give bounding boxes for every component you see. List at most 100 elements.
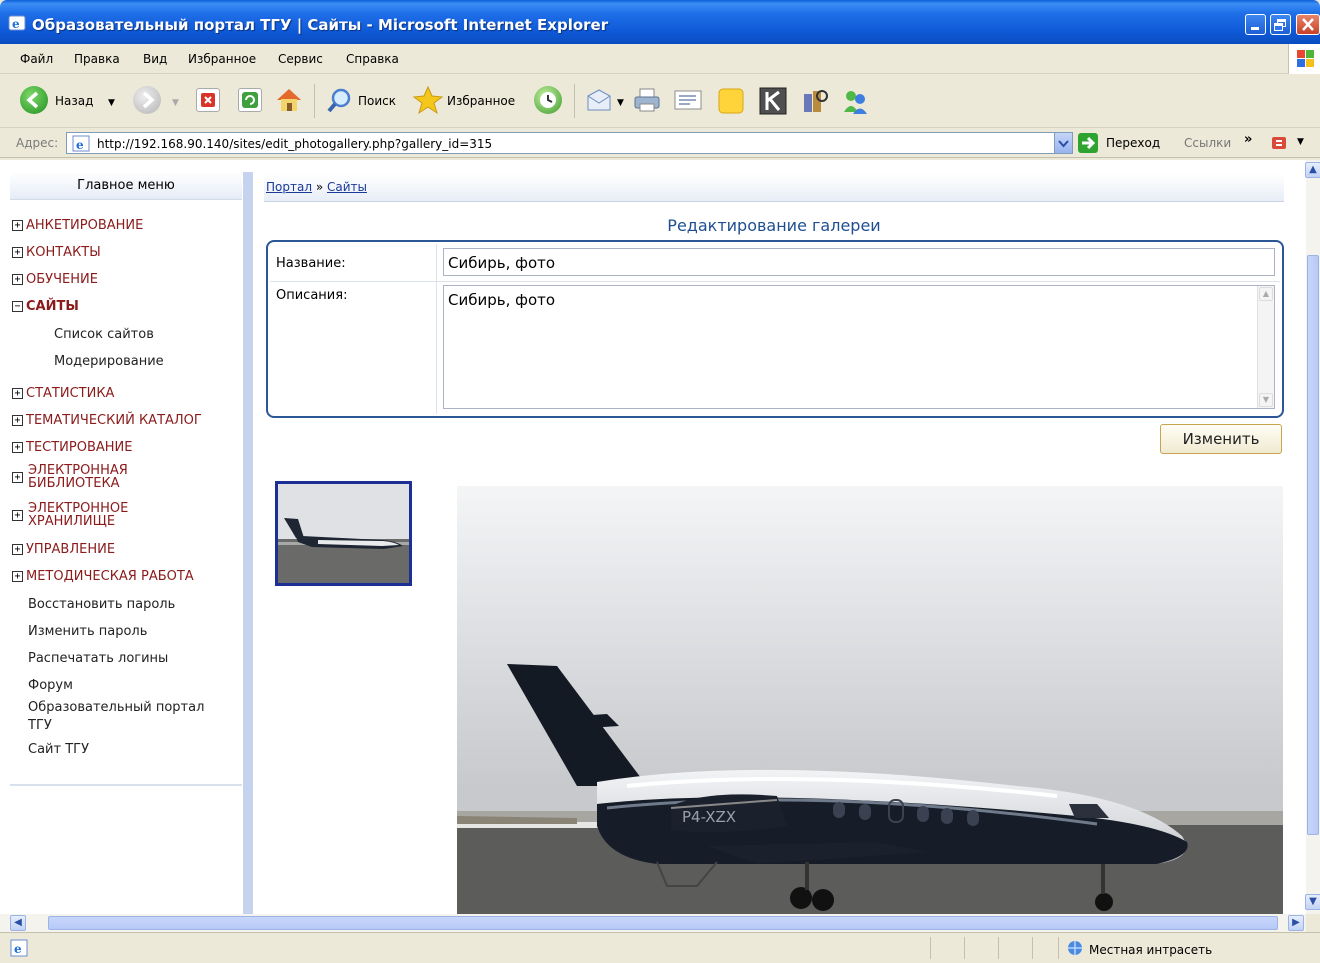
sidebar-item-label[interactable]: УПРАВЛЕНИЕ [26, 542, 115, 557]
breadcrumb-portal[interactable]: Портал [266, 180, 312, 194]
menu-file[interactable]: Файл [20, 52, 53, 66]
messenger-icon[interactable] [840, 86, 870, 116]
back-button-label[interactable]: Назад [55, 94, 93, 108]
mail-dropdown-icon[interactable]: ▼ [617, 98, 624, 108]
sidebar-link-change-password[interactable]: Изменить пароль [28, 624, 147, 639]
search-button-label[interactable]: Поиск [358, 94, 396, 108]
sidebar-item-library[interactable]: + ЭЛЕКТРОННАЯ БИБЛИОТЕКА [12, 462, 128, 493]
sidebar-item-statistics[interactable]: + СТАТИСТИКА [12, 386, 114, 401]
favorites-button-label[interactable]: Избранное [447, 94, 515, 108]
sidebar-item-contacts[interactable]: + КОНТАКТЫ [12, 245, 101, 260]
gallery-thumbnail[interactable] [275, 481, 412, 586]
sidebar-item-label[interactable]: ОБУЧЕНИЕ [26, 272, 98, 287]
sidebar-item-label[interactable]: СТАТИСТИКА [26, 386, 114, 401]
stop-icon[interactable] [196, 88, 220, 112]
extra-dropdown-icon[interactable]: ▼ [1297, 137, 1304, 147]
back-dropdown-icon[interactable]: ▼ [108, 98, 115, 108]
print-icon[interactable] [632, 86, 662, 114]
scroll-down-icon[interactable]: ▼ [1305, 894, 1320, 910]
horizontal-scroll-thumb[interactable] [48, 916, 1278, 930]
sidebar-link-forum[interactable]: Форум [28, 678, 73, 693]
links-label[interactable]: Ссылки [1184, 136, 1231, 150]
sidebar-item-label[interactable]: САЙТЫ [26, 299, 79, 314]
sidebar-item-label[interactable]: ТЕМАТИЧЕСКИЙ КАТАЛОГ [26, 413, 202, 428]
sidebar-item-label[interactable]: ТЕСТИРОВАНИЕ [26, 440, 133, 455]
mail-icon[interactable] [584, 86, 614, 114]
description-textarea[interactable]: Сибирь, фото ▲ ▼ [443, 285, 1275, 409]
sidebar-subitem-site-list[interactable]: Список сайтов [54, 327, 154, 342]
expand-icon[interactable]: + [12, 472, 23, 483]
go-button[interactable]: Переход [1106, 136, 1160, 150]
sidebar-item-testing[interactable]: + ТЕСТИРОВАНИЕ [12, 440, 133, 455]
breadcrumb-sites[interactable]: Сайты [327, 180, 367, 194]
name-input[interactable]: Сибирь, фото [443, 248, 1275, 276]
sidebar-link-portal[interactable]: Образовательный портал [28, 700, 204, 715]
sidebar-item-management[interactable]: + УПРАВЛЕНИЕ [12, 542, 115, 557]
sidebar-item-label[interactable]: МЕТОДИЧЕСКАЯ РАБОТА [26, 569, 194, 584]
expand-icon[interactable]: + [12, 388, 23, 399]
change-button[interactable]: Изменить [1160, 424, 1282, 454]
expand-icon[interactable]: + [12, 415, 23, 426]
sidebar-item-label[interactable]: БИБЛИОТЕКА [28, 475, 128, 493]
sidebar-link-print-logins[interactable]: Распечатать логины [28, 651, 168, 666]
expand-icon[interactable]: + [12, 220, 23, 231]
scroll-left-icon[interactable]: ◀ [10, 915, 26, 931]
sidebar-item-sites[interactable]: − САЙТЫ [12, 299, 79, 314]
sidebar-item-label[interactable]: ХРАНИЛИЩЕ [28, 513, 128, 531]
sidebar-item-education[interactable]: + ОБУЧЕНИЕ [12, 272, 98, 287]
sidebar-link-site-tgu[interactable]: Сайт ТГУ [28, 742, 89, 757]
scroll-up-icon[interactable]: ▲ [1259, 287, 1273, 301]
expand-icon[interactable]: + [12, 571, 23, 582]
edit-icon[interactable] [672, 86, 704, 114]
sidebar-link-portal-tgu[interactable]: ТГУ [28, 718, 52, 733]
address-url[interactable]: http://192.168.90.140/sites/edit_photoga… [97, 137, 492, 151]
back-arrow-icon[interactable] [20, 86, 48, 114]
vertical-scrollbar[interactable]: ▲ ▼ [1305, 160, 1320, 914]
go-arrow-icon[interactable] [1078, 133, 1098, 153]
refresh-icon[interactable] [238, 88, 262, 112]
favorites-star-icon[interactable] [412, 84, 444, 116]
expand-icon[interactable]: + [12, 247, 23, 258]
description-text[interactable]: Сибирь, фото [448, 291, 555, 309]
menu-view[interactable]: Вид [143, 52, 167, 66]
restore-button[interactable] [1270, 14, 1291, 35]
search-icon[interactable] [326, 86, 354, 114]
scroll-right-icon[interactable]: ▶ [1288, 915, 1304, 931]
sidebar-item-catalog[interactable]: + ТЕМАТИЧЕСКИЙ КАТАЛОГ [12, 413, 202, 428]
address-input[interactable]: e http://192.168.90.140/sites/edit_photo… [66, 132, 1073, 154]
horizontal-scrollbar[interactable]: ◀ ▶ [0, 914, 1306, 932]
expand-icon[interactable]: + [12, 442, 23, 453]
sidebar-link-restore-password[interactable]: Восстановить пароль [28, 597, 175, 612]
links-expand-icon[interactable]: » [1244, 132, 1252, 147]
scroll-up-icon[interactable]: ▲ [1305, 162, 1320, 178]
sidebar-subitem-moderation[interactable]: Модерирование [54, 354, 164, 369]
sidebar-item-methodical[interactable]: + МЕТОДИЧЕСКАЯ РАБОТА [12, 569, 194, 584]
sidebar-item-survey[interactable]: + АНКЕТИРОВАНИЕ [12, 218, 143, 233]
sidebar-item-label[interactable]: КОНТАКТЫ [26, 245, 101, 260]
expand-icon[interactable]: + [12, 510, 23, 521]
k-icon[interactable] [758, 86, 788, 116]
vertical-scroll-thumb[interactable] [1307, 255, 1319, 835]
address-dropdown-icon[interactable] [1054, 133, 1072, 153]
close-button[interactable] [1296, 14, 1320, 35]
note-icon[interactable] [716, 86, 746, 116]
expand-icon[interactable]: + [12, 544, 23, 555]
sidebar-splitter[interactable] [243, 172, 253, 914]
menu-edit[interactable]: Правка [74, 52, 120, 66]
home-icon[interactable] [274, 86, 304, 114]
svg-text:e: e [14, 942, 22, 956]
menu-help[interactable]: Справка [346, 52, 399, 66]
research-icon[interactable] [800, 86, 830, 116]
textarea-scrollbar[interactable]: ▲ ▼ [1257, 286, 1274, 408]
scroll-down-icon[interactable]: ▼ [1259, 393, 1273, 407]
expand-icon[interactable]: + [12, 274, 23, 285]
history-icon[interactable] [534, 86, 562, 114]
menu-tools[interactable]: Сервис [278, 52, 323, 66]
sidebar-item-label[interactable]: АНКЕТИРОВАНИЕ [26, 218, 143, 233]
sidebar-item-storage[interactable]: + ЭЛЕКТРОННОЕ ХРАНИЛИЩЕ [12, 500, 128, 531]
minimize-button[interactable] [1245, 14, 1266, 35]
menu-favorites[interactable]: Избранное [188, 52, 256, 66]
collapse-icon[interactable]: − [12, 301, 23, 312]
forward-arrow-icon[interactable] [133, 86, 161, 114]
toolbar-extra-icon[interactable] [1270, 134, 1290, 152]
